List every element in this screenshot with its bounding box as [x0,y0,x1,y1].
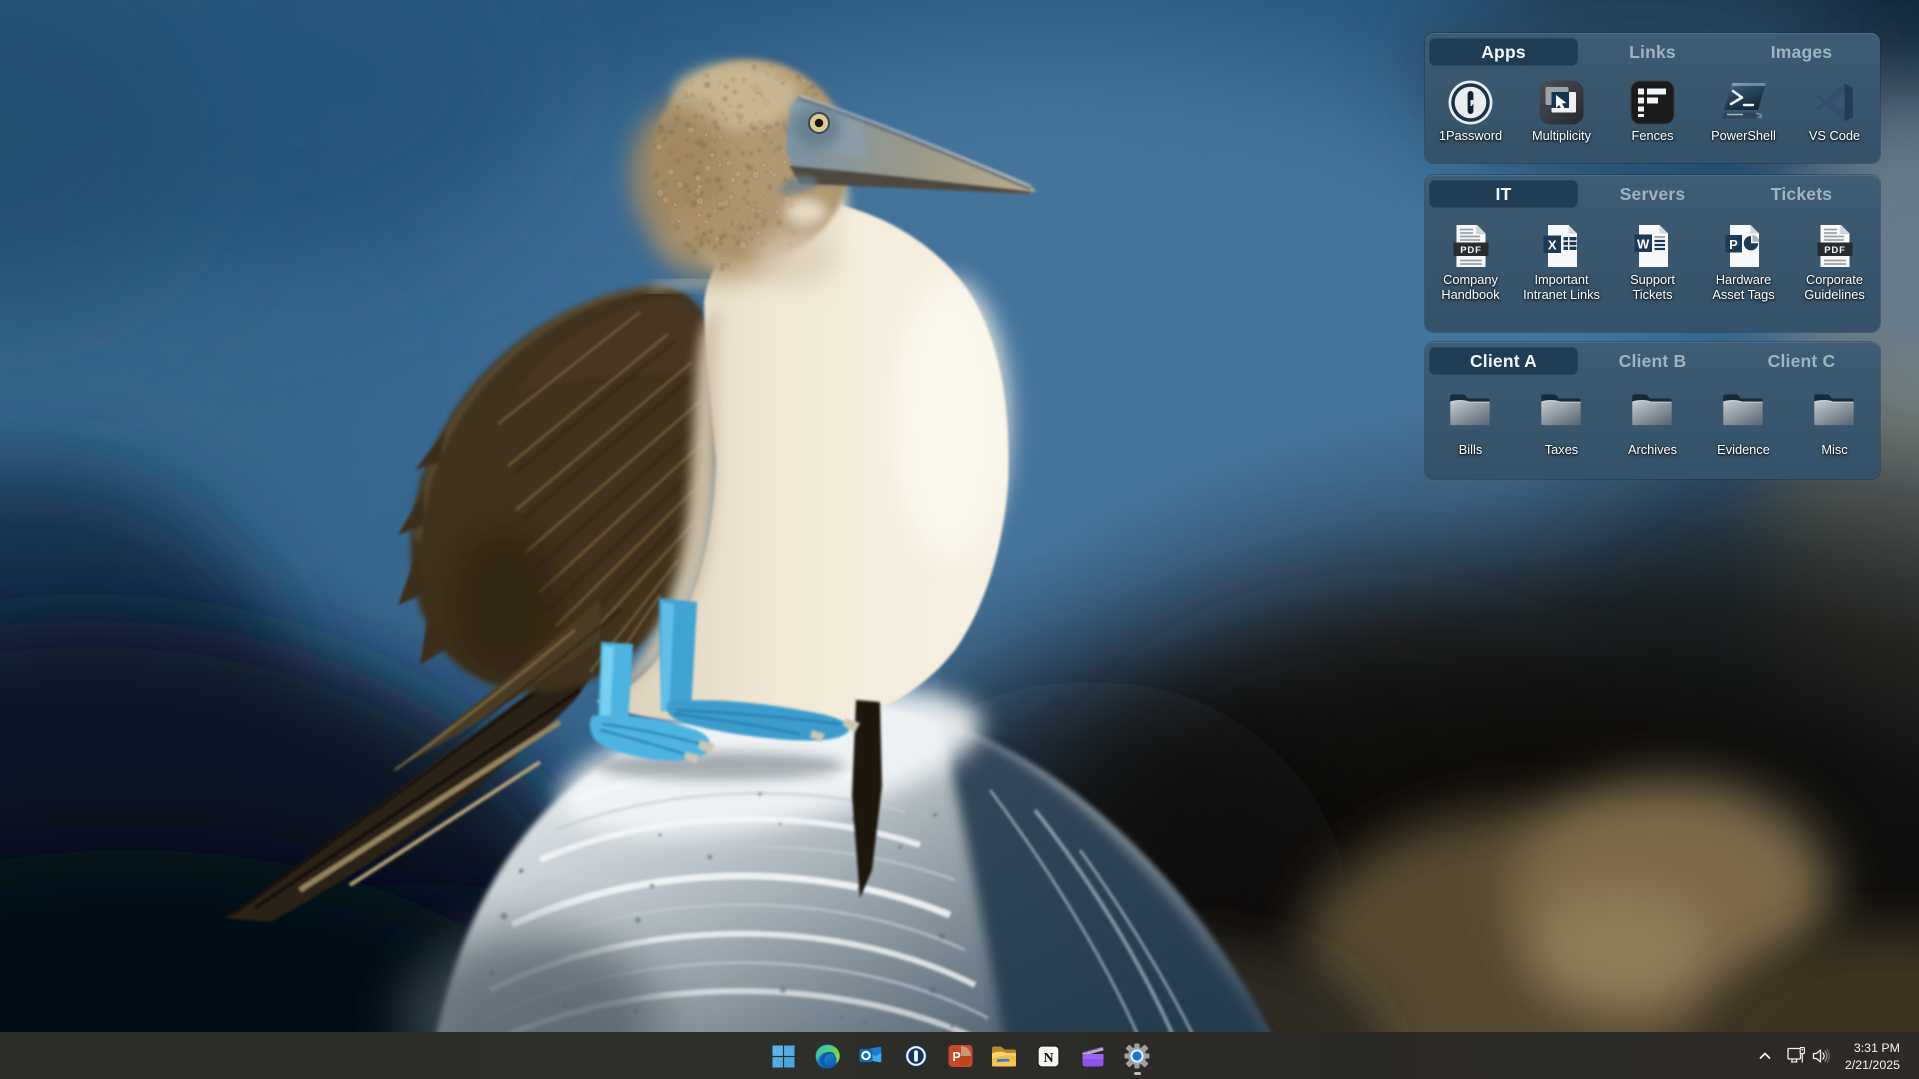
svg-text:W: W [1637,237,1650,252]
svg-text:PDF: PDF [1460,245,1481,256]
svg-text:X: X [1547,238,1556,253]
svg-text:P: P [1729,237,1738,252]
svg-text:PDF: PDF [1824,245,1845,256]
